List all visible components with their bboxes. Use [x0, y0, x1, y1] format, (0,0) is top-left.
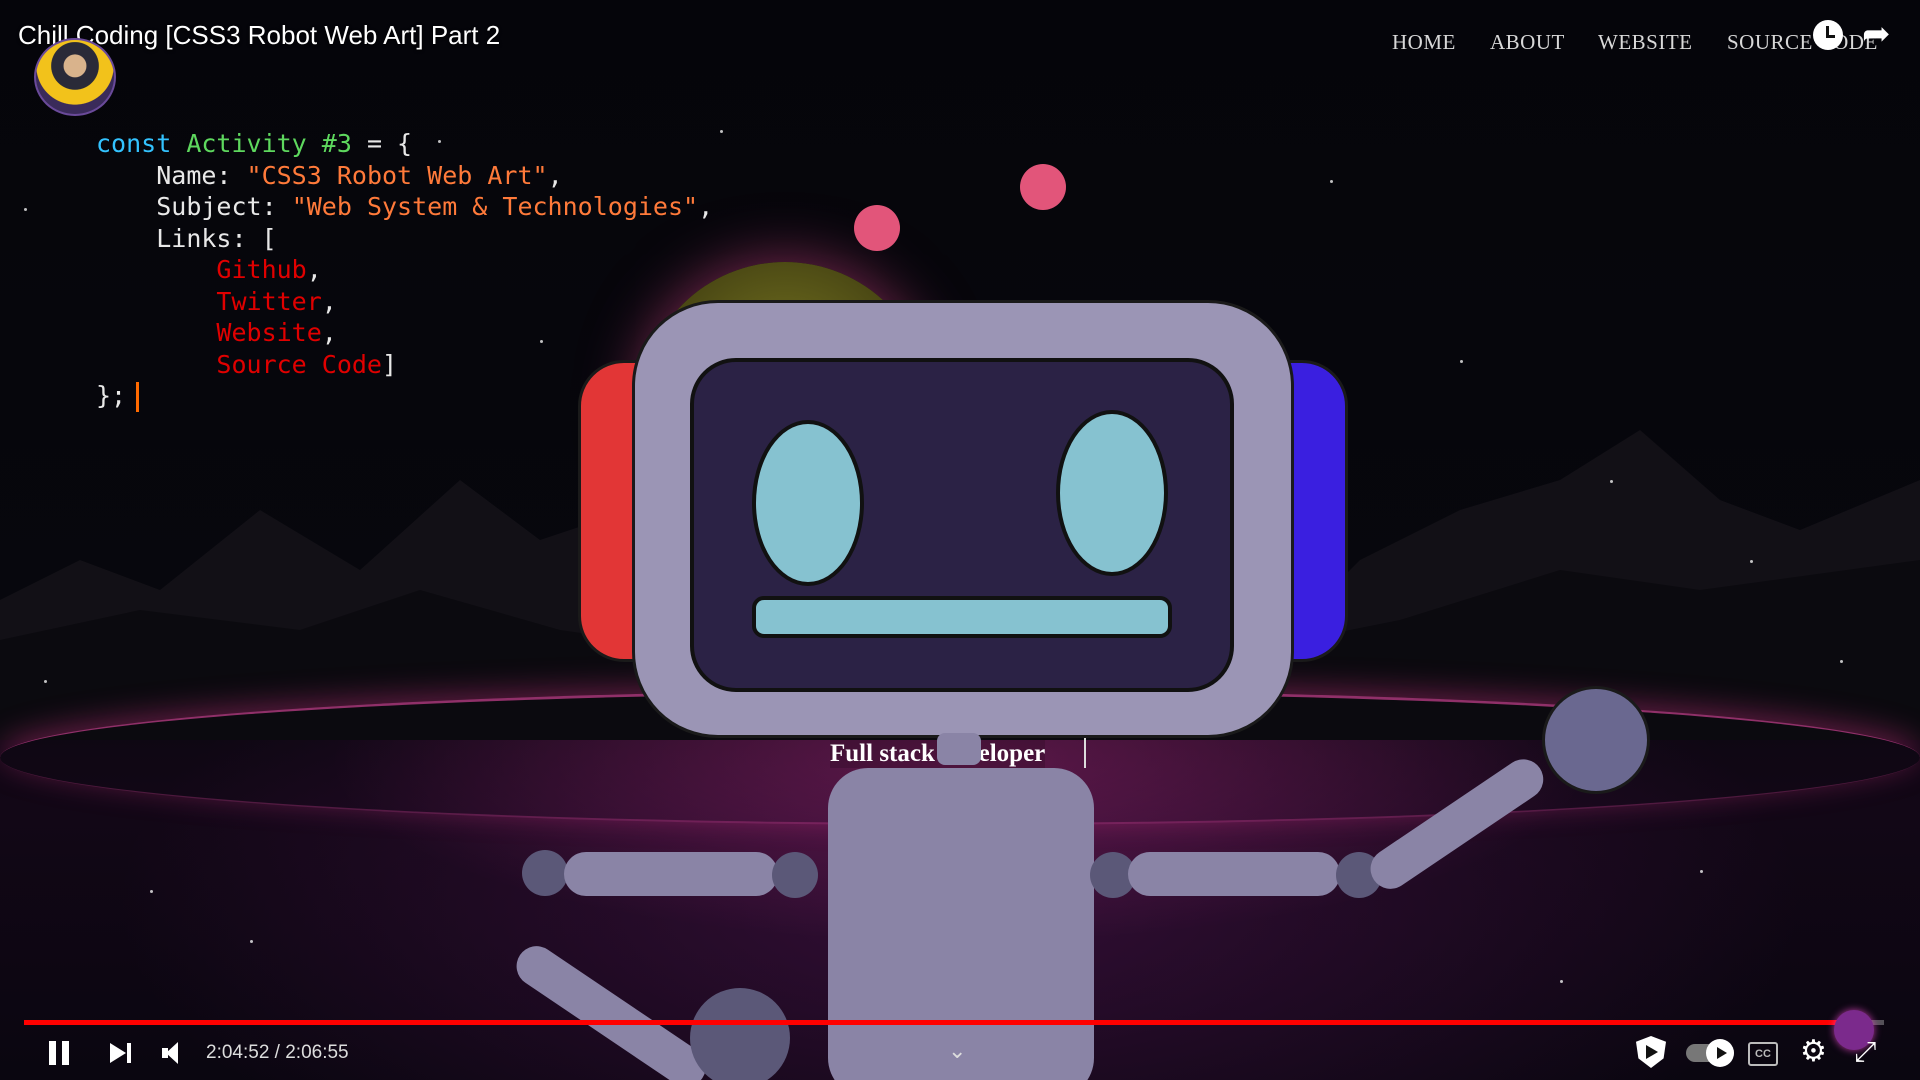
code-open: = { — [351, 129, 413, 158]
robot-body — [828, 768, 1094, 1080]
nav-source-code: SOURCE CODE — [1727, 30, 1878, 54]
video-frame[interactable]: Chill Coding [CSS3 Robot Web Art] Part 2… — [0, 0, 1920, 1080]
sponsorblock-icon[interactable] — [1636, 1036, 1666, 1068]
robot-elbow-left — [772, 852, 818, 898]
code-subject-key: Subject: — [156, 192, 292, 221]
code-subject-value: "Web System & Technologies" — [291, 192, 699, 221]
star — [1750, 560, 1753, 563]
robot-mouth — [752, 596, 1172, 638]
robot-upper-arm-right — [1128, 852, 1340, 896]
code-link-source-code[interactable]: Source Code — [216, 350, 382, 379]
text-caret — [136, 382, 140, 412]
star — [1460, 360, 1463, 363]
nav-about: ABOUT — [1490, 30, 1565, 54]
code-close: }; — [96, 381, 127, 410]
star — [250, 940, 253, 943]
time-display: 2:04:52 / 2:06:55 — [206, 1042, 349, 1063]
autoplay-knob[interactable] — [1706, 1039, 1734, 1067]
robot-hand-right — [1542, 686, 1650, 794]
star — [1610, 480, 1613, 483]
code-link-website[interactable]: Website — [216, 318, 321, 347]
code-variable: Activity #3 — [186, 129, 352, 158]
robot-eye-right — [1056, 410, 1168, 576]
code-link-github[interactable]: Github — [216, 255, 306, 284]
robot-neck — [937, 733, 981, 765]
nav-home: HOME — [1392, 30, 1456, 54]
code-name-key: Name: — [156, 160, 247, 190]
robot-antenna-right — [1020, 164, 1066, 210]
subtitles-button[interactable]: CC — [1748, 1042, 1778, 1066]
robot-hand-left — [690, 988, 790, 1080]
robot-antenna-left — [854, 205, 900, 251]
star — [1840, 660, 1843, 663]
share-icon[interactable]: ➦ — [1862, 16, 1898, 52]
code-link-twitter[interactable]: Twitter — [216, 287, 321, 316]
robot-shoulder-left — [522, 850, 568, 896]
star — [150, 890, 153, 893]
robot-forearm-left — [508, 938, 714, 1080]
tagline-caret — [1084, 738, 1086, 768]
star — [24, 208, 27, 211]
star — [1560, 980, 1563, 983]
code-links-key: Links: [ — [156, 223, 277, 253]
next-button[interactable] — [108, 1040, 134, 1066]
code-name-value: "CSS3 Robot Web Art" — [246, 160, 548, 190]
progress-played — [24, 1020, 1855, 1025]
star — [1330, 180, 1333, 183]
star — [1700, 870, 1703, 873]
robot-upper-arm-left — [564, 852, 778, 896]
channel-avatar[interactable] — [34, 38, 116, 116]
volume-button[interactable] — [160, 1040, 188, 1066]
exit-fullscreen-icon[interactable]: ⤢ — [1854, 1036, 1876, 1068]
settings-gear-icon[interactable]: ⚙ — [1800, 1036, 1827, 1068]
watch-later-icon[interactable] — [1813, 20, 1843, 50]
chevron-down-icon[interactable]: ⌄ — [948, 1038, 966, 1064]
star — [44, 680, 47, 683]
nav-website: WEBSITE — [1598, 30, 1693, 54]
star — [720, 130, 723, 133]
robot-eye-left — [752, 420, 864, 586]
code-keyword: const — [96, 129, 172, 158]
pause-button[interactable] — [44, 1038, 74, 1068]
